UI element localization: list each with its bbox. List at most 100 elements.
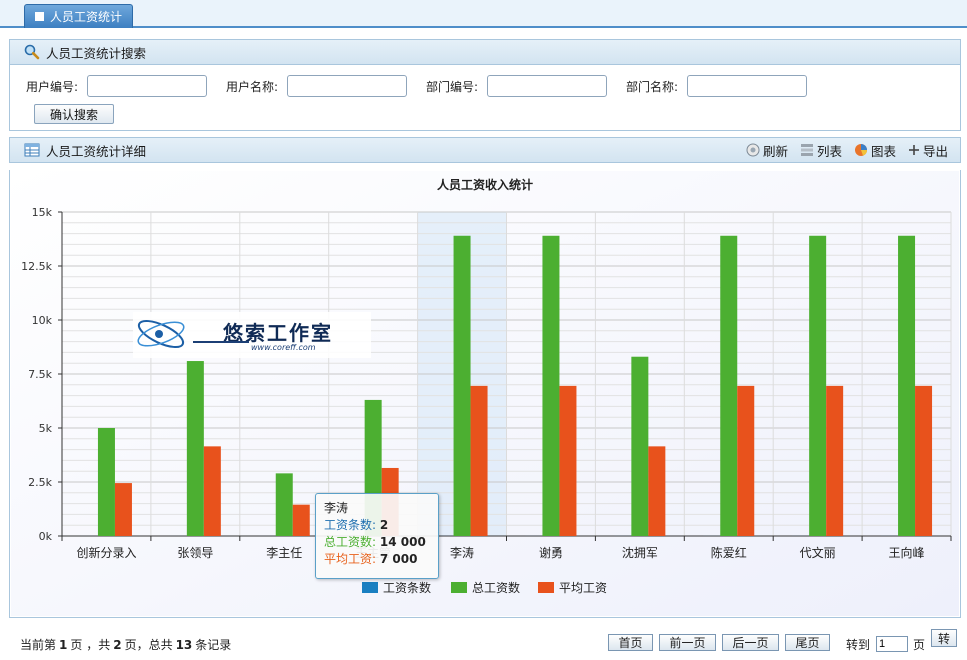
legend-label: 工资条数: [383, 580, 431, 595]
user-name-input[interactable]: [287, 75, 407, 97]
bar-total: [97, 428, 115, 536]
bar-total: [720, 235, 738, 536]
bar-average: [648, 446, 666, 536]
tooltip-average-value: 7 000: [379, 552, 418, 566]
tooltip-total-value: 14 000: [379, 535, 426, 549]
user-id-input[interactable]: [87, 75, 207, 97]
prev-page-button[interactable]: 前一页: [659, 634, 716, 651]
bar-total: [186, 361, 204, 536]
first-page-button[interactable]: 首页: [608, 634, 653, 651]
tooltip-row-count: 工资条数: 2: [324, 517, 430, 534]
x-tick-label: 陈爱红: [711, 545, 747, 560]
y-tick-label: 2.5k: [28, 476, 52, 489]
legend-swatch: [538, 582, 554, 593]
user-id-label: 用户编号:: [26, 80, 79, 94]
next-page-button[interactable]: 后一页: [722, 634, 779, 651]
y-tick-label: 5k: [39, 422, 53, 435]
chart-container: 人员工资收入统计 0k 2.5k 5k 7.5k 10k 12.5k 15k 创新分录入 张领导 李…: [9, 170, 961, 618]
search-panel-title: 人员工资统计搜索: [46, 45, 147, 61]
dept-id-input[interactable]: [487, 75, 607, 97]
search-form: 用户编号: 用户名称: 部门编号: 部门名称: 确认搜索: [9, 65, 961, 131]
pie-chart-icon: [854, 144, 867, 156]
plus-icon: [908, 145, 919, 155]
tab-square-icon: [35, 12, 44, 21]
goto-button[interactable]: 转: [931, 629, 957, 647]
export-button[interactable]: 导出: [908, 141, 948, 160]
magnifier-icon: [24, 44, 40, 60]
y-tick-label: 15k: [32, 206, 53, 219]
goto-label: 转到: [846, 638, 871, 652]
tooltip-average-label: 平均工资:: [324, 552, 377, 566]
y-tick-label: 0k: [39, 530, 53, 543]
legend-swatch: [362, 582, 378, 593]
tooltip-total-label: 总工资数:: [324, 535, 377, 549]
search-panel-header: 人员工资统计搜索: [9, 39, 961, 65]
detail-toolbar: 刷新 列表 图表 导出: [746, 138, 948, 162]
tooltip-count-label: 工资条数:: [324, 518, 377, 532]
dept-name-input[interactable]: [687, 75, 807, 97]
bar-average: [470, 385, 488, 536]
page-unit-label: 页: [913, 638, 926, 652]
pager-suffix: 条记录: [195, 638, 232, 652]
tab-salary-stats[interactable]: 人员工资统计: [24, 4, 134, 28]
pager-prefix: 当前第: [20, 638, 57, 652]
pager-mid1: 页 ，共: [70, 638, 111, 652]
refresh-label: 刷新: [762, 143, 788, 159]
chart-button[interactable]: 图表: [854, 141, 896, 160]
tooltip-count-value: 2: [379, 518, 389, 532]
y-tick-label: 7.5k: [28, 368, 52, 381]
bar-average: [559, 385, 577, 536]
x-tick-label: 谢勇: [539, 545, 563, 560]
bar-average: [737, 385, 755, 536]
tab-bar: 人员工资统计: [0, 0, 967, 28]
pager-current: 1: [59, 638, 68, 652]
tab-label: 人员工资统计: [50, 9, 123, 24]
tooltip-name: 李涛: [324, 501, 349, 515]
x-tick-label: 张领导: [177, 546, 213, 560]
bar-total: [898, 235, 916, 536]
list-label: 列表: [816, 143, 842, 159]
refresh-button[interactable]: 刷新: [746, 141, 788, 160]
pager-summary: 当前第 1 页 ，共 2 页，总共 13 条记录: [20, 636, 231, 653]
tooltip-row-total: 总工资数: 14 000: [324, 534, 430, 551]
y-tick-label: 10k: [32, 314, 53, 327]
pager-total-pages: 2: [113, 638, 122, 652]
tooltip-row-average: 平均工资: 7 000: [324, 551, 430, 568]
bar-average: [915, 385, 933, 536]
watermark-url: www.coreff.com: [251, 343, 316, 352]
orbit-logo-icon: [137, 319, 185, 349]
x-tick-label: 沈拥军: [622, 545, 658, 560]
last-page-button[interactable]: 尾页: [785, 634, 830, 651]
chart-label: 图表: [870, 143, 896, 159]
dept-id-label: 部门编号:: [426, 80, 479, 94]
bar-total: [275, 473, 293, 536]
x-tick-label: 代文丽: [800, 545, 836, 560]
bar-average: [203, 446, 221, 536]
goto-page-input[interactable]: [876, 636, 908, 652]
legend-label: 平均工资: [559, 581, 607, 595]
list-icon: [800, 144, 813, 156]
pager-total-records: 13: [175, 638, 193, 652]
bar-average: [292, 504, 310, 536]
export-label: 导出: [922, 143, 948, 159]
salary-bar-chart: 人员工资收入统计 0k 2.5k 5k 7.5k 10k 12.5k 15k 创新分录入 张领导 李…: [11, 171, 959, 616]
list-button[interactable]: 列表: [800, 141, 842, 160]
table-icon: [24, 143, 40, 157]
bar-total: [809, 235, 827, 536]
detail-panel-title: 人员工资统计详细: [46, 143, 147, 159]
x-tick-label: 李主任: [266, 545, 302, 560]
chart-tooltip: 李涛 工资条数: 2 总工资数: 14 000 平均工资: 7 000: [315, 493, 439, 579]
y-tick-label: 12.5k: [21, 260, 52, 273]
user-name-label: 用户名称:: [226, 80, 279, 94]
watermark-logo: 悠索工作室 www.coreff.com: [133, 312, 371, 358]
pager-mid2: 页，总共: [124, 638, 173, 652]
legend-label: 总工资数: [472, 580, 520, 595]
detail-panel-header: 人员工资统计详细 刷新 列表 图表 导出: [9, 137, 961, 163]
legend-swatch: [451, 582, 467, 593]
bar-average: [114, 483, 132, 536]
bar-total: [453, 235, 471, 536]
x-tick-label: 王向峰: [889, 545, 925, 560]
chart-title: 人员工资收入统计: [437, 177, 533, 192]
search-button[interactable]: 确认搜索: [34, 104, 114, 124]
bar-average: [826, 385, 844, 536]
